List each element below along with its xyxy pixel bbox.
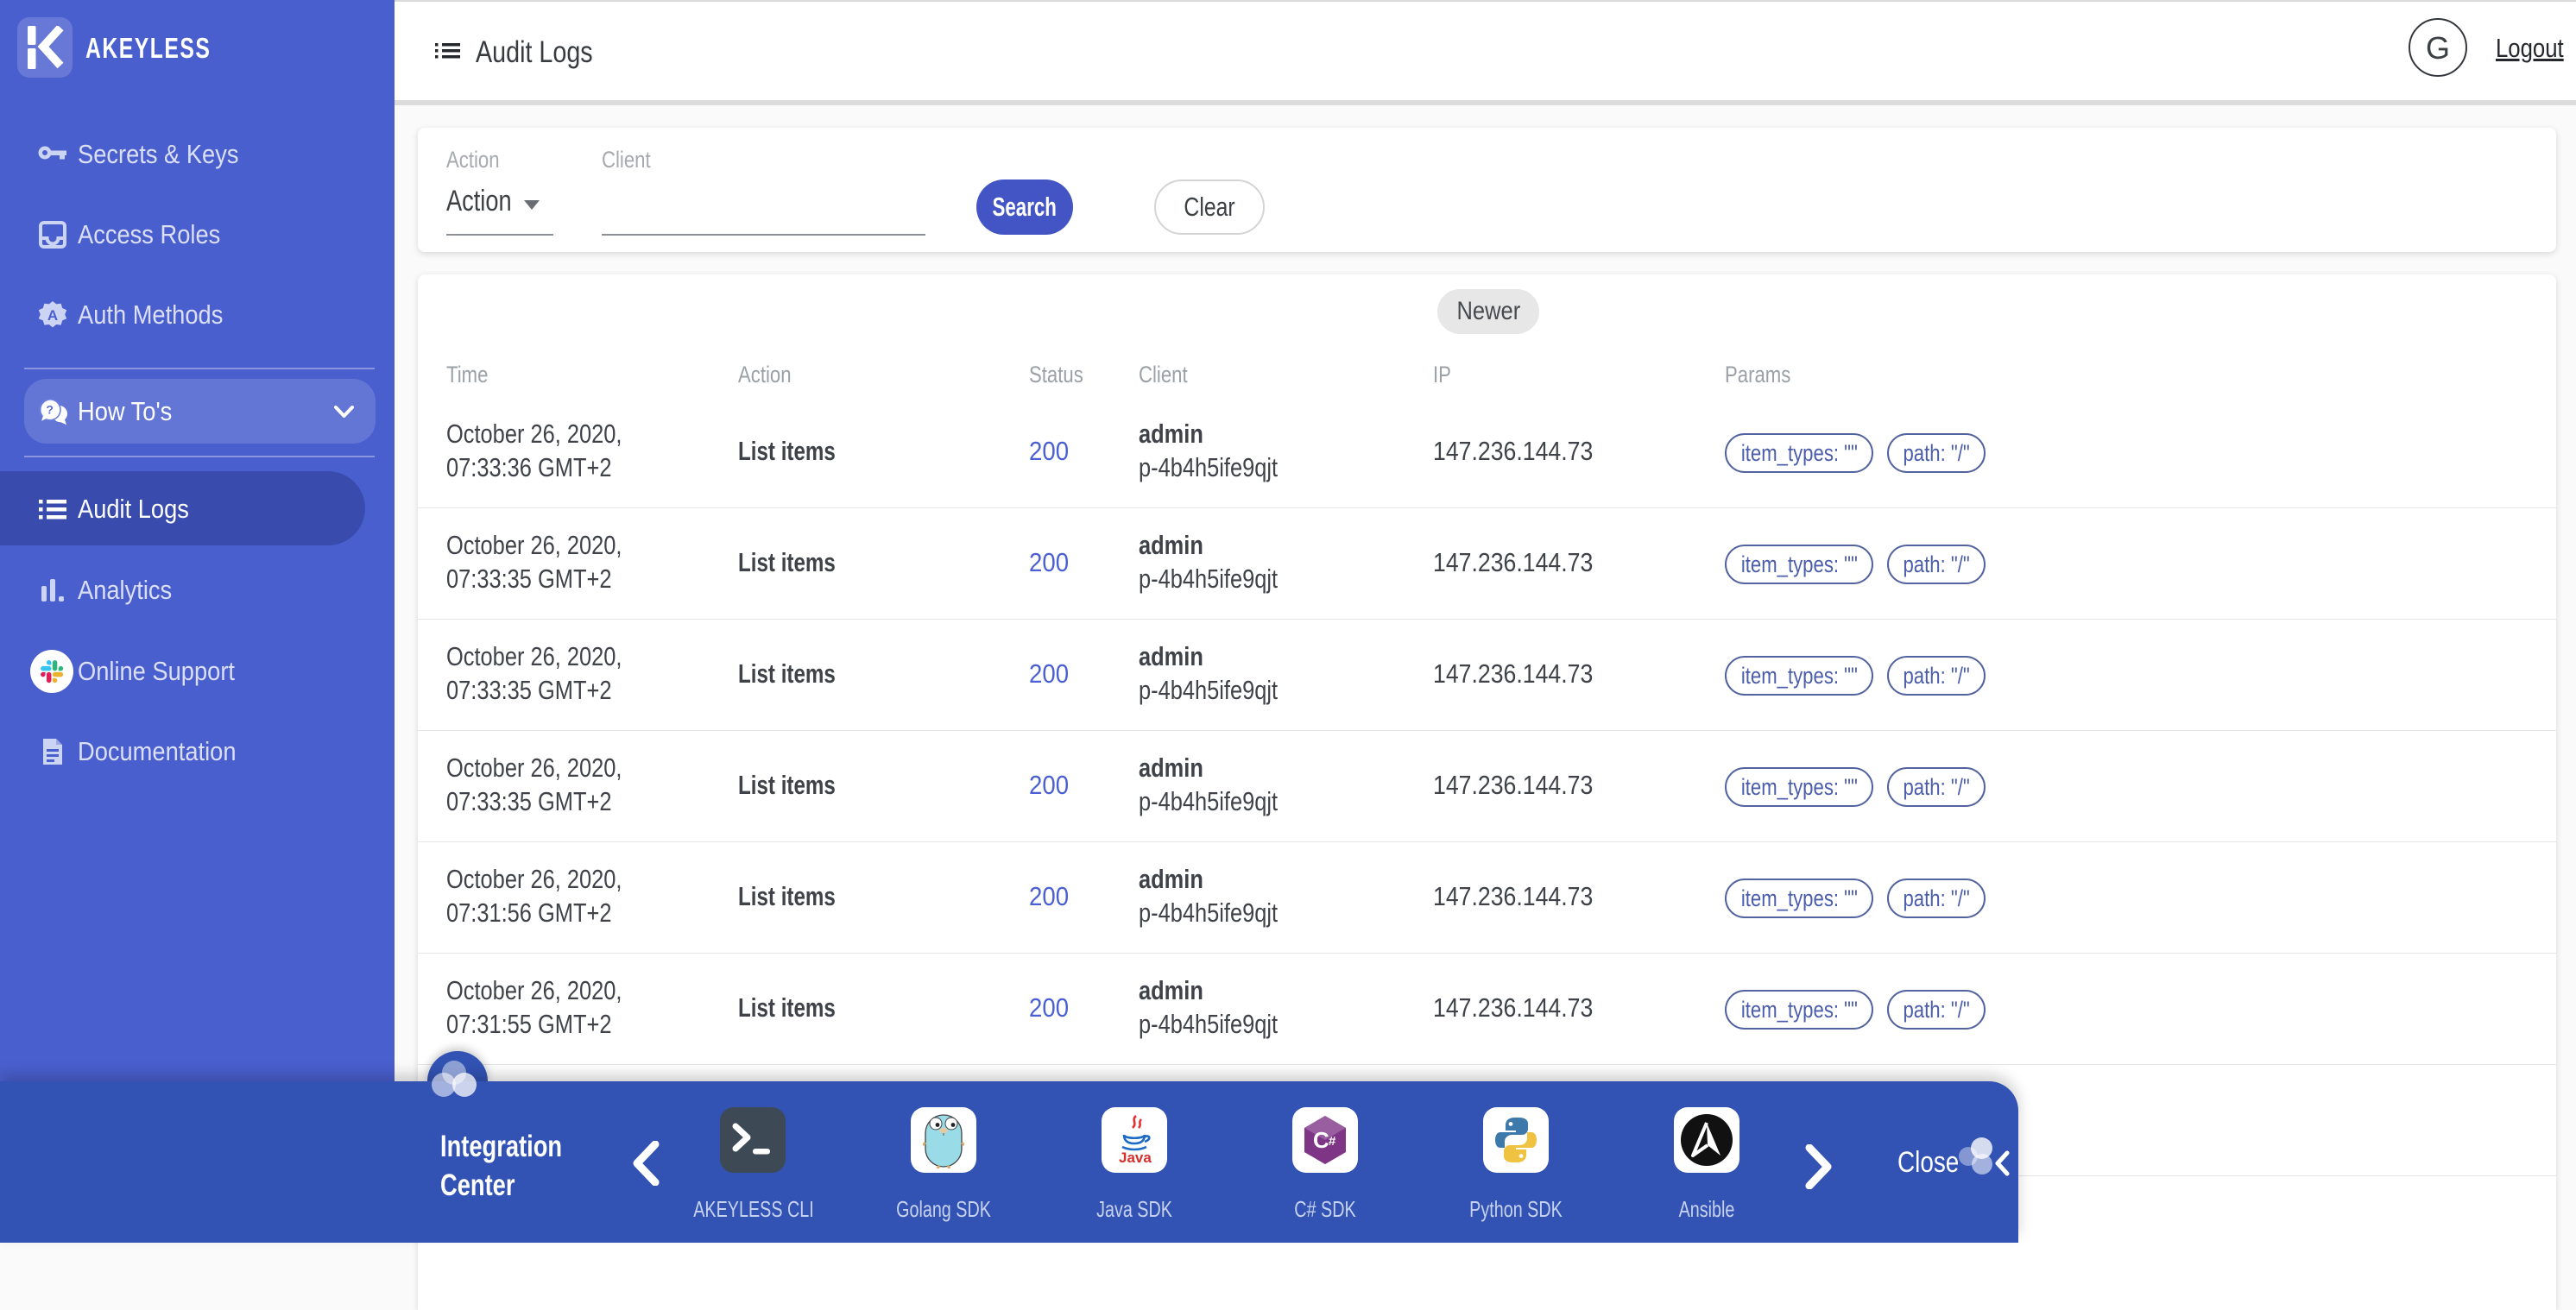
svg-text:#: # [1329, 1134, 1336, 1149]
svg-text:?: ? [46, 403, 54, 417]
svg-text:Java: Java [1119, 1149, 1152, 1166]
svg-text:A: A [47, 307, 58, 324]
svg-text:C: C [1313, 1127, 1329, 1153]
